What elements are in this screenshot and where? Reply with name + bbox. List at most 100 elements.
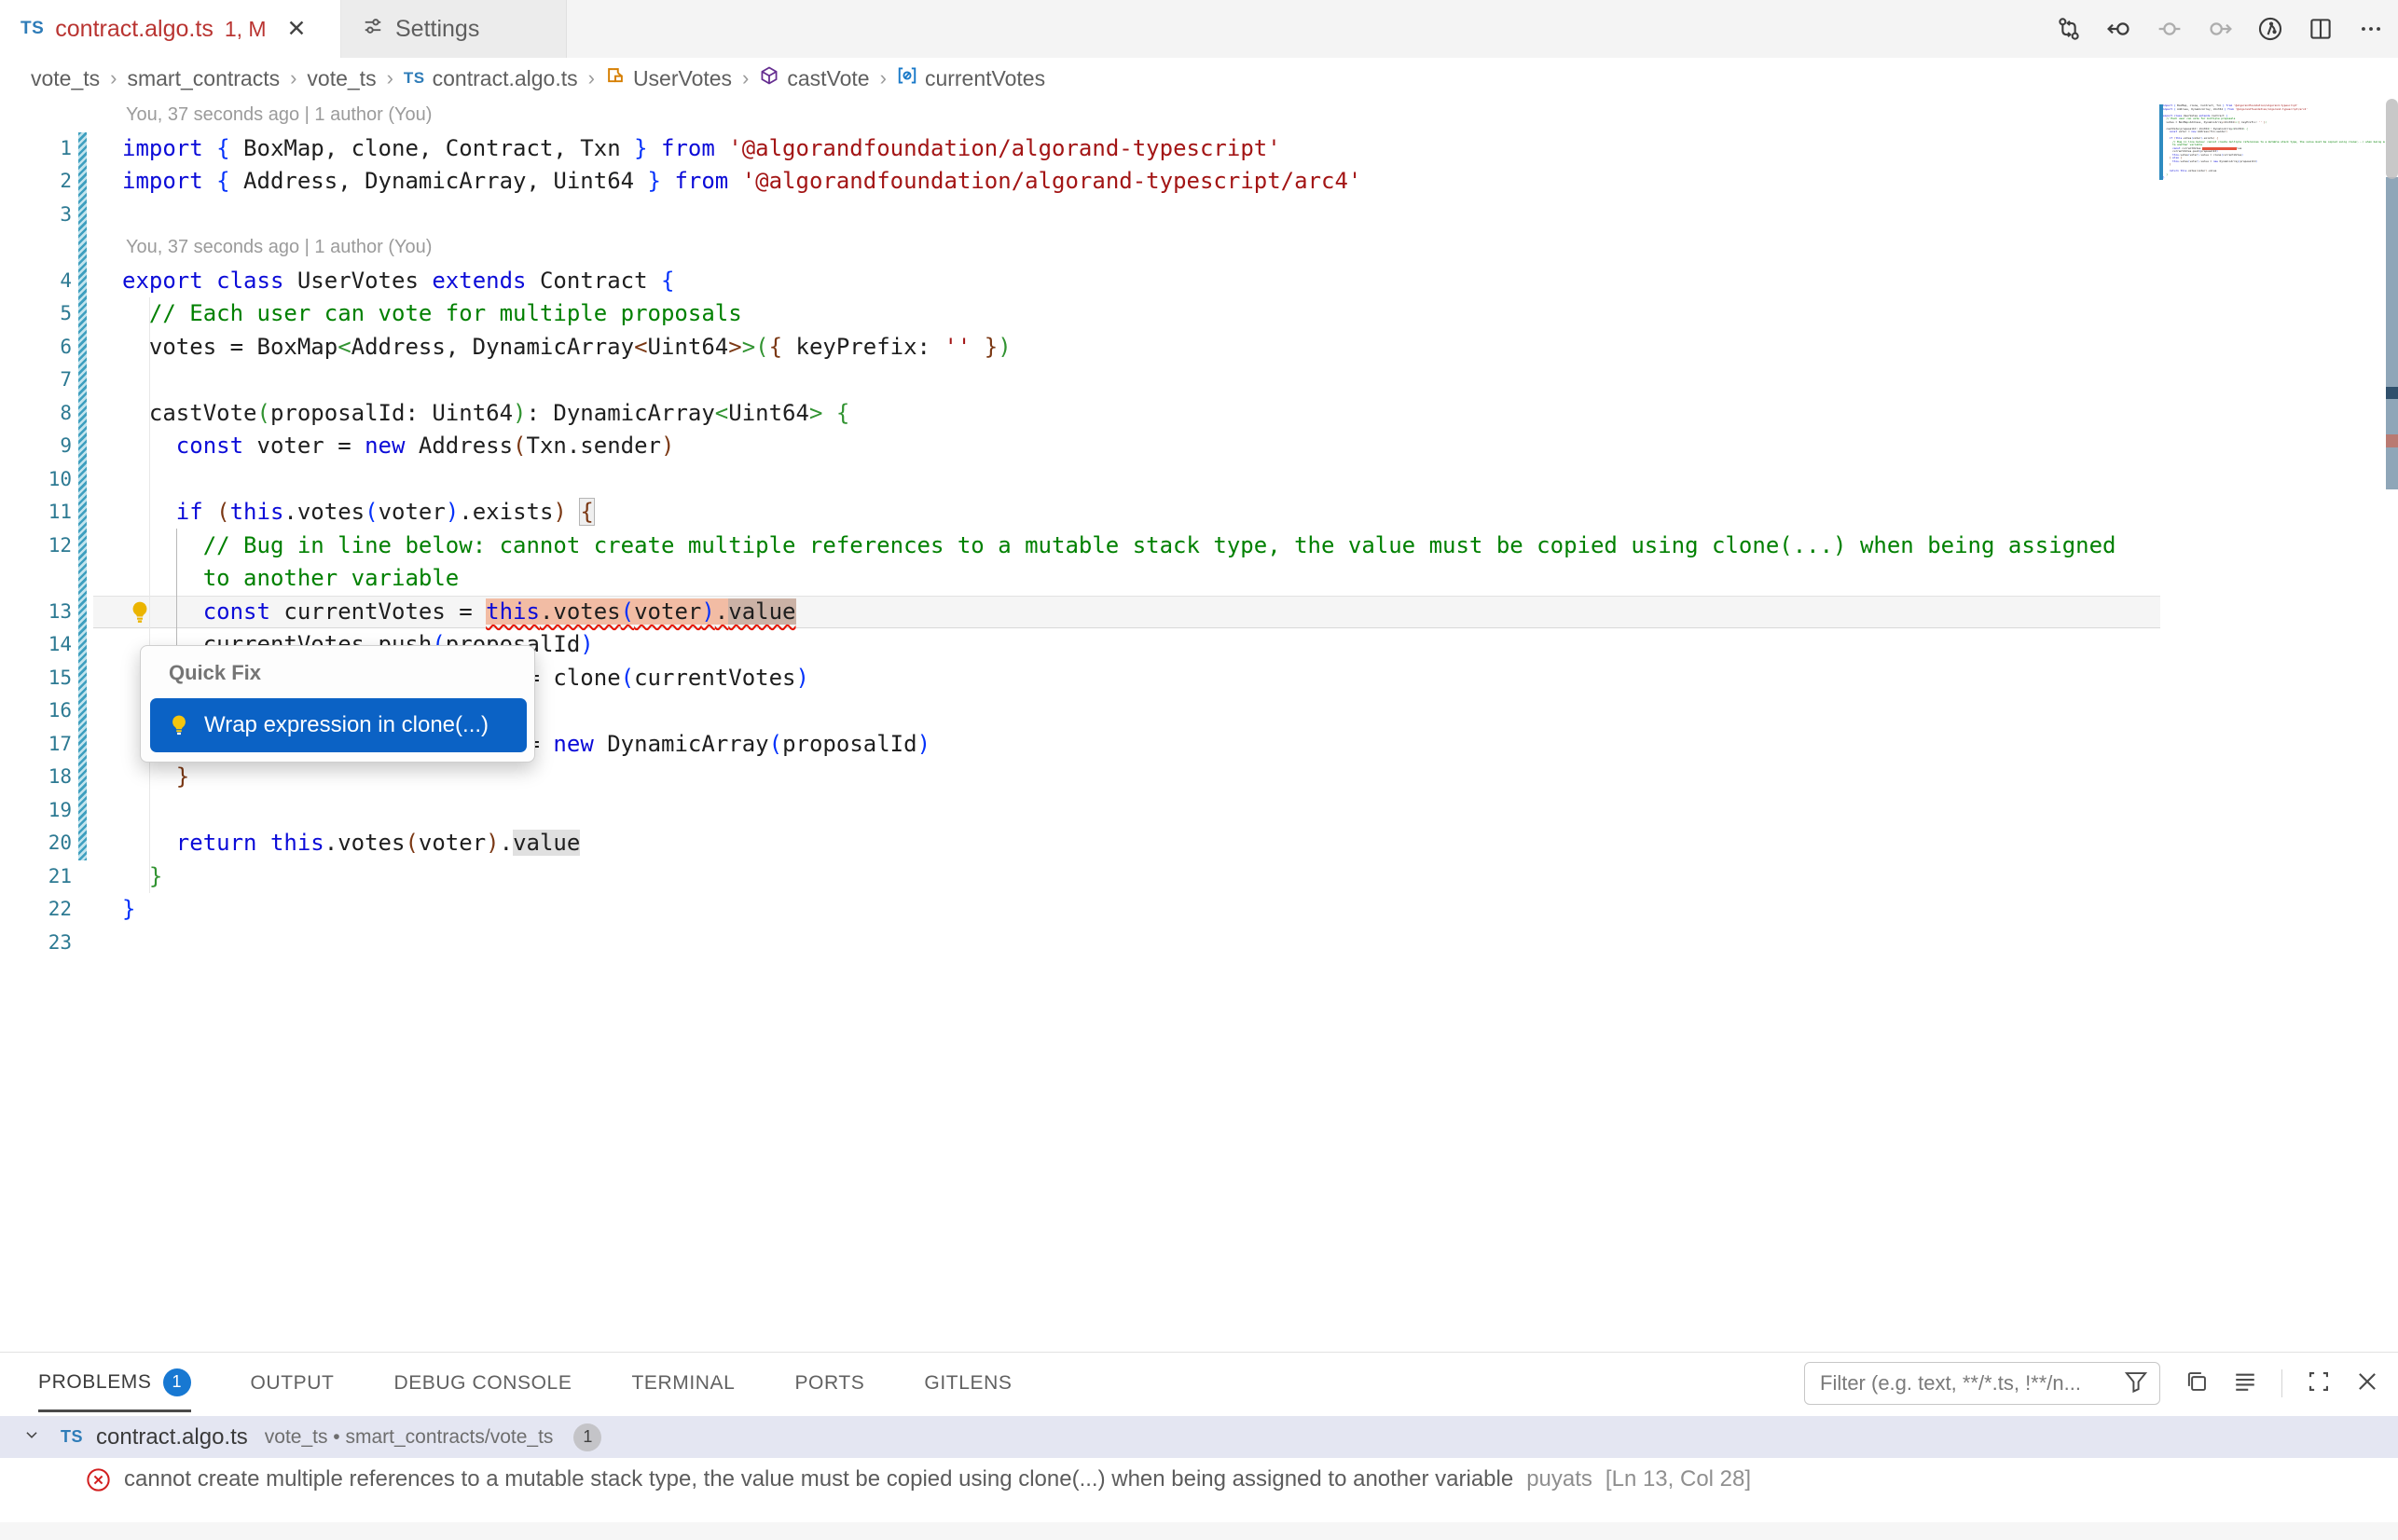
code-line[interactable]: 22}	[0, 893, 2163, 927]
code-token: voter	[419, 830, 486, 856]
previous-change-icon[interactable]	[2105, 15, 2133, 43]
problems-filter-input[interactable]: Filter (e.g. text, **/*.ts, !**/n...	[1804, 1362, 2160, 1405]
line-number[interactable]: 15	[0, 662, 72, 695]
line-number[interactable]: 10	[0, 463, 72, 497]
code-token	[661, 168, 674, 194]
breadcrumb-item-currentvotes[interactable]: currentVotes	[897, 65, 1045, 91]
split-editor-icon[interactable]	[2307, 15, 2335, 43]
line-number[interactable]: 6	[0, 331, 72, 364]
code-editor[interactable]: You, 37 seconds ago | 1 author (You)1imp…	[0, 99, 2398, 1352]
tab-debug-console[interactable]: DEBUG CONSOLE	[393, 1354, 572, 1412]
code-line[interactable]: 3	[0, 199, 2163, 232]
code-line[interactable]: 7	[0, 364, 2163, 397]
symbol-method-icon	[759, 65, 779, 91]
line-number[interactable]: 9	[0, 430, 72, 463]
code-line[interactable]: 1import { BoxMap, clone, Contract, Txn }…	[0, 132, 2163, 166]
code-token: new	[553, 731, 593, 757]
tab-terminal[interactable]: TERMINAL	[631, 1354, 735, 1412]
line-number[interactable]: 20	[0, 827, 72, 860]
open-changes-icon[interactable]	[2055, 15, 2083, 43]
code-token: <	[634, 334, 647, 360]
breadcrumb-item-vote-ts[interactable]: vote_ts	[31, 66, 100, 91]
quickfix-action-wrap-in-clone[interactable]: Wrap expression in clone(...)	[150, 698, 527, 752]
close-icon[interactable]: ✕	[287, 18, 307, 41]
lightbulb-icon[interactable]	[127, 599, 153, 626]
code-line[interactable]: 18 }	[0, 761, 2163, 794]
line-number[interactable]: 13	[0, 596, 72, 629]
tab-ports[interactable]: PORTS	[794, 1354, 864, 1412]
line-number[interactable]: 22	[0, 893, 72, 927]
problems-count-badge: 1	[163, 1368, 191, 1396]
code-token: proposalId	[782, 731, 917, 757]
close-panel-icon[interactable]	[2355, 1369, 2379, 1398]
line-number[interactable]: 18	[0, 761, 72, 794]
code-line[interactable]: 9 const voter = new Address(Txn.sender)	[0, 430, 2163, 463]
code-token: Uint64	[728, 400, 809, 426]
code-token: )	[998, 334, 1011, 360]
line-number[interactable]: 8	[0, 397, 72, 431]
code-line[interactable]: 11 if (this.votes(voter).exists) {	[0, 496, 2163, 529]
line-number[interactable]: 3	[0, 199, 72, 232]
line-number[interactable]: 11	[0, 496, 72, 529]
line-number[interactable]: 16	[0, 694, 72, 728]
line-number[interactable]: 1	[0, 132, 72, 166]
breadcrumb-item-file[interactable]: TS contract.algo.ts	[404, 66, 578, 91]
code-token: to another variable	[203, 565, 460, 591]
problems-file-name: contract.algo.ts	[96, 1424, 248, 1451]
breadcrumb-item-uservotes[interactable]: UserVotes	[605, 65, 732, 91]
copy-icon[interactable]	[2184, 1369, 2209, 1398]
code-line[interactable]: 13 const currentVotes = this.votes(voter…	[0, 596, 2163, 629]
code-token: Address, DynamicArray	[351, 334, 634, 360]
chevron-down-icon[interactable]	[23, 1426, 40, 1449]
maximize-panel-icon[interactable]	[2307, 1369, 2331, 1398]
line-number[interactable]: 14	[0, 628, 72, 662]
code-token: this	[486, 598, 540, 625]
minimap[interactable]: import { BoxMap, clone, Contract, Txn } …	[2163, 104, 2385, 216]
problem-row[interactable]: cannot create multiple references to a m…	[0, 1458, 2398, 1501]
line-number[interactable]: 19	[0, 794, 72, 828]
code-line[interactable]: 4export class UserVotes extends Contract…	[0, 265, 2163, 298]
scrollbar[interactable]	[2386, 99, 2398, 1352]
tab-output[interactable]: OUTPUT	[251, 1354, 335, 1412]
breadcrumb-separator: ›	[290, 66, 296, 90]
gitlens-graph-icon[interactable]	[2256, 15, 2284, 43]
tab-gitlens[interactable]: GITLENS	[924, 1354, 1012, 1412]
code-token	[203, 268, 216, 294]
code-token: <	[338, 334, 351, 360]
tab-problems[interactable]: PROBLEMS 1	[38, 1354, 191, 1412]
code-token: castVote	[122, 400, 257, 426]
code-token: value	[728, 598, 795, 625]
code-token: Contract	[527, 268, 662, 294]
code-line[interactable]: 10	[0, 463, 2163, 497]
next-change-icon[interactable]	[2206, 15, 2234, 43]
line-number[interactable]: 17	[0, 728, 72, 762]
code-line[interactable]: 8 castVote(proposalId: Uint64): DynamicA…	[0, 397, 2163, 431]
line-number[interactable]: 7	[0, 364, 72, 397]
line-number[interactable]: 23	[0, 927, 72, 960]
code-line[interactable]: 2import { Address, DynamicArray, Uint64 …	[0, 165, 2163, 199]
code-line[interactable]: 12 // Bug in line below: cannot create m…	[0, 529, 2163, 563]
code-line[interactable]: 23	[0, 927, 2163, 960]
code-line[interactable]: 21 }	[0, 860, 2163, 894]
code-token	[203, 168, 216, 194]
view-as-list-icon[interactable]	[2233, 1369, 2257, 1398]
breadcrumb-item-castvote[interactable]: castVote	[759, 65, 869, 91]
line-number[interactable]: 21	[0, 860, 72, 894]
line-number[interactable]: 4	[0, 265, 72, 298]
breadcrumb-item-vote-ts-2[interactable]: vote_ts	[307, 66, 376, 91]
code-line[interactable]: 20 return this.votes(voter).value	[0, 827, 2163, 860]
code-line[interactable]: to another variable	[0, 562, 2163, 596]
line-number[interactable]: 5	[0, 297, 72, 331]
code-line[interactable]: 6 votes = BoxMap<Address, DynamicArray<U…	[0, 331, 2163, 364]
breadcrumb-item-smart-contracts[interactable]: smart_contracts	[127, 66, 280, 91]
change-circle-icon[interactable]	[2156, 15, 2184, 43]
code-line[interactable]: 19	[0, 794, 2163, 828]
problems-file-row[interactable]: TS contract.algo.ts vote_ts • smart_cont…	[0, 1416, 2398, 1458]
more-actions-icon[interactable]	[2357, 15, 2385, 43]
code-line[interactable]: 5 // Each user can vote for multiple pro…	[0, 297, 2163, 331]
line-number[interactable]: 2	[0, 165, 72, 199]
scrollbar-thumb[interactable]	[2386, 99, 2398, 179]
line-number[interactable]: 12	[0, 529, 72, 563]
tab-settings[interactable]: Settings	[341, 0, 567, 58]
tab-contract-algo-ts[interactable]: TS contract.algo.ts 1, M ✕	[0, 0, 341, 58]
